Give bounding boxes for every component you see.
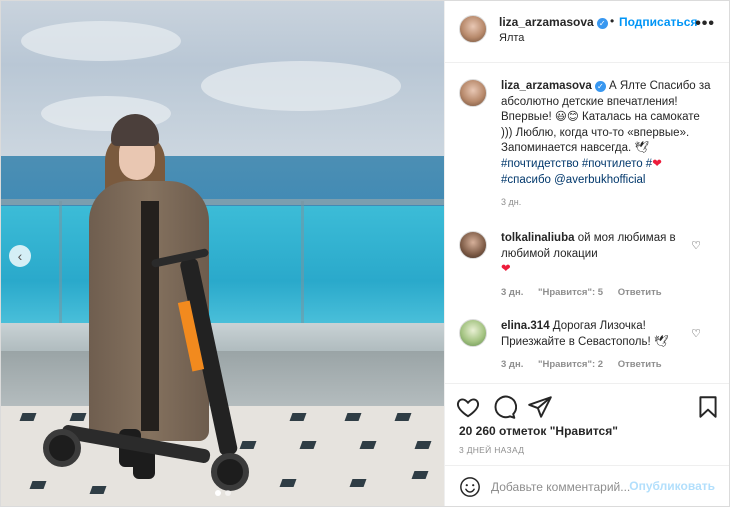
heart-emoji: ❤	[501, 263, 511, 276]
floor-tile	[344, 413, 362, 421]
floor-tile	[349, 479, 367, 487]
commenter-username[interactable]: elina.314	[501, 320, 550, 332]
comment-meta: 3 дн. "Нравится": 2 Ответить	[501, 359, 674, 370]
like-comment-icon[interactable]: ♡	[691, 327, 701, 340]
author-username[interactable]: liza_arzamasova ✓	[499, 15, 608, 29]
comment-icon[interactable]	[491, 394, 517, 420]
post-side-panel: liza_arzamasova ✓ • Подписаться Ялта ••• …	[444, 1, 729, 506]
floor-tile	[414, 441, 432, 449]
verified-badge-icon: ✓	[594, 81, 606, 92]
scooter-wheel	[211, 453, 249, 491]
bookmark-icon[interactable]	[695, 394, 721, 420]
comments-section[interactable]: liza_arzamasova ✓ А Ялте Спасибо за абсол…	[445, 63, 729, 383]
caption-timestamp: 3 дн.	[501, 197, 522, 207]
like-heart-icon[interactable]	[455, 394, 481, 420]
cloud	[201, 61, 401, 111]
floor-tile	[69, 413, 87, 421]
like-comment-icon[interactable]: ♡	[691, 239, 701, 252]
post-header: liza_arzamasova ✓ • Подписаться Ялта •••	[445, 1, 729, 63]
carousel-dot	[215, 490, 221, 496]
comment-timestamp: 3 дн.	[501, 287, 524, 298]
floor-tile	[394, 413, 412, 421]
post-date: 3 ДНЕЙ НАЗАД	[459, 445, 525, 455]
floor-tile	[359, 441, 377, 449]
more-options-icon[interactable]: •••	[695, 15, 715, 33]
caption-text: liza_arzamasova ✓ А Ялте Спасибо за абсол…	[501, 79, 711, 188]
caption-hashtags-mention[interactable]: #спасибо @averbukhofficial	[501, 174, 646, 186]
comment-timestamp: 3 дн.	[501, 359, 524, 370]
emoji-icon[interactable]	[459, 476, 481, 498]
location-link[interactable]: Ялта	[499, 32, 524, 44]
add-comment-bar: Опубликовать	[445, 465, 729, 506]
railing-post	[301, 201, 304, 331]
scooter-wheel	[43, 429, 81, 467]
floor-tile	[411, 471, 429, 479]
author-avatar[interactable]	[459, 15, 487, 43]
railing-post	[59, 201, 62, 331]
follow-button[interactable]: Подписаться	[619, 15, 697, 29]
commenter-avatar[interactable]	[459, 319, 487, 347]
floor-tile	[279, 479, 297, 487]
commenter-username[interactable]: tolkalinaliuba	[501, 232, 575, 244]
post-actions: 20 260 отметок "Нравится" 3 ДНЕЙ НАЗАД	[445, 383, 729, 465]
comment-meta: 3 дн. "Нравится": 5 Ответить	[501, 287, 674, 298]
floor-tile	[29, 481, 47, 489]
instagram-post: ‹ liza_arzamasova ✓ • Подписаться Ялта ••…	[0, 0, 730, 507]
heart-emoji: ❤	[652, 157, 662, 170]
comment-text: tolkalinaliuba ой моя любимая в любимой …	[501, 231, 691, 278]
floor-tile	[239, 441, 257, 449]
caption-avatar[interactable]	[459, 79, 487, 107]
author-username-text[interactable]: liza_arzamasova	[499, 15, 594, 29]
post-photo[interactable]: ‹	[1, 1, 444, 506]
glass-railing	[1, 199, 444, 205]
floor-tile	[299, 441, 317, 449]
caption-username[interactable]: liza_arzamasova	[501, 80, 592, 92]
comment-likes[interactable]: "Нравится": 2	[538, 359, 603, 370]
reply-button[interactable]: Ответить	[618, 287, 662, 298]
floor-tile	[19, 413, 37, 421]
verified-badge-icon: ✓	[596, 18, 608, 29]
ledge	[1, 323, 444, 353]
likes-count[interactable]: 20 260 отметок "Нравится"	[459, 424, 618, 438]
carousel-prev-button[interactable]: ‹	[9, 245, 31, 267]
reply-button[interactable]: Ответить	[618, 359, 662, 370]
commenter-avatar[interactable]	[459, 231, 487, 259]
cloud	[21, 21, 181, 61]
carousel-dot	[225, 490, 231, 496]
carousel-dots	[215, 490, 231, 496]
comment-likes[interactable]: "Нравится": 5	[538, 287, 603, 298]
floor-tile	[289, 413, 307, 421]
caption-hashtags[interactable]: #почтидетство #почтилето #	[501, 158, 652, 170]
comment-text: elina.314 Дорогая Лизочка! Приезжайте в …	[501, 319, 691, 350]
separator-dot: •	[610, 14, 615, 28]
infinity-pool	[1, 206, 444, 331]
floor-tile	[89, 486, 107, 494]
person-outfit	[141, 201, 159, 431]
share-icon[interactable]	[527, 394, 553, 420]
publish-button[interactable]: Опубликовать	[629, 479, 715, 493]
